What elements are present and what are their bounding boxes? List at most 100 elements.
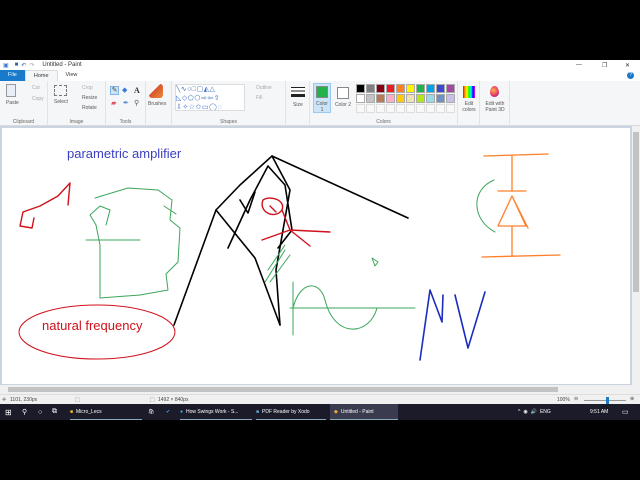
zoom-slider[interactable] (584, 397, 626, 404)
close-button[interactable]: ✕ (625, 62, 630, 69)
clock[interactable]: 9:51 AM (590, 404, 608, 420)
volume-icon[interactable]: 🔊 (531, 409, 537, 415)
paint3d-button[interactable]: Edit with Paint 3D (480, 81, 510, 126)
shapes-group: ╲∿○□▢◭△ ◺◇⬠⬡⇨⇦⇧ ⇩✧☆✩▭◯◌ Outline Fill Shape… (172, 81, 286, 126)
select-button[interactable]: Select (54, 85, 68, 105)
custom-color-slot[interactable] (386, 104, 395, 113)
palette-color[interactable] (436, 94, 445, 103)
shapes-label: Shapes (220, 119, 237, 125)
custom-color-slot[interactable] (426, 104, 435, 113)
taskbar-item-paint[interactable]: ◆ Untitled - Paint (330, 404, 398, 420)
palette-color[interactable] (416, 94, 425, 103)
copy-button[interactable]: Copy (32, 96, 44, 102)
custom-color-slot[interactable] (376, 104, 385, 113)
horizontal-scrollbar[interactable] (0, 385, 632, 394)
fill-icon[interactable]: ◆ (122, 86, 127, 94)
colors-group: Color 1 Color 2 Colors (310, 81, 458, 126)
taskbar-item-pdf-reader[interactable]: ■ PDF Reader by Xodo (256, 404, 326, 420)
task-view-button[interactable]: ⧉ (52, 404, 57, 420)
size-icon (291, 87, 305, 97)
redo-icon[interactable]: ↷ (29, 62, 34, 69)
zoom-in-button[interactable]: ⊕ (630, 396, 634, 402)
size-group[interactable]: Size (286, 81, 310, 126)
tab-home[interactable]: Home (24, 70, 58, 81)
store-button[interactable]: 🛍 (148, 404, 154, 420)
outline-button[interactable]: Outline (256, 85, 272, 91)
resize-button[interactable]: Resize (82, 95, 97, 101)
taskbar-item-browser[interactable]: ● How Swings Work - S... (180, 404, 252, 420)
zoom-out-button[interactable]: ⊖ (574, 396, 578, 402)
palette-color[interactable] (446, 94, 455, 103)
palette-color[interactable] (386, 94, 395, 103)
scroll-thumb[interactable] (8, 387, 558, 392)
tab-view[interactable]: View (58, 70, 86, 81)
vertical-scrollbar[interactable] (632, 126, 640, 394)
pencil-icon[interactable]: ✎ (110, 86, 119, 95)
image-label: Image (69, 119, 84, 125)
palette-color[interactable] (386, 84, 395, 93)
tab-file[interactable]: File (0, 70, 25, 81)
palette-color[interactable] (366, 84, 375, 93)
chevron-up-icon[interactable]: ^ (518, 409, 520, 415)
palette-color[interactable] (426, 84, 435, 93)
custom-color-slot[interactable] (446, 104, 455, 113)
palette-color[interactable] (426, 94, 435, 103)
palette-color[interactable] (406, 84, 415, 93)
tools-label: Tools (119, 119, 132, 125)
undo-icon[interactable]: ↶ (21, 62, 26, 69)
network-icon[interactable]: ◉ (523, 409, 527, 415)
shapes-gallery[interactable]: ╲∿○□▢◭△ ◺◇⬠⬡⇨⇦⇧ ⇩✧☆✩▭◯◌ (175, 84, 245, 111)
selection-icon: ⬚ (75, 397, 80, 403)
palette-color[interactable] (376, 84, 385, 93)
color2-button[interactable]: Color 2 (334, 83, 352, 113)
task-view-icon: ⧉ (52, 408, 57, 415)
palette-color[interactable] (356, 94, 365, 103)
palette-color[interactable] (356, 84, 365, 93)
clipboard-icon (6, 84, 16, 97)
drawing-canvas[interactable]: parametric amplifier natural frequency (2, 128, 630, 384)
brush-icon (149, 84, 163, 98)
edit-colors-group[interactable]: Edit colors (458, 81, 480, 126)
paste-button[interactable]: Paste (4, 84, 19, 110)
fill-button[interactable]: Fill (256, 95, 262, 101)
language-indicator[interactable]: ENG (540, 409, 551, 415)
palette-color[interactable] (436, 84, 445, 93)
vscroll-thumb[interactable] (633, 132, 639, 292)
text-icon[interactable]: A (134, 86, 140, 95)
palette-color[interactable] (396, 84, 405, 93)
color-picker-icon[interactable]: ✒ (123, 99, 129, 107)
magnifier-icon[interactable]: ⚲ (134, 99, 139, 107)
check-app-button[interactable]: ✔ (166, 404, 170, 420)
zoom-slider-thumb[interactable] (606, 397, 610, 404)
rotate-button[interactable]: Rotate (82, 105, 97, 111)
help-icon[interactable]: ? (627, 72, 634, 79)
colors-label: Colors (376, 119, 391, 125)
color1-button[interactable]: Color 1 (313, 83, 331, 113)
custom-color-slot[interactable] (366, 104, 375, 113)
palette-color[interactable] (366, 94, 375, 103)
palette-color[interactable] (396, 94, 405, 103)
custom-color-slot[interactable] (416, 104, 425, 113)
palette-color[interactable] (416, 84, 425, 93)
palette-color[interactable] (406, 94, 415, 103)
custom-color-slot[interactable] (406, 104, 415, 113)
notifications-button[interactable]: ▭ (622, 404, 629, 420)
search-button[interactable]: ⚲ (22, 404, 27, 420)
cortana-button[interactable]: ○ (38, 404, 42, 420)
system-tray[interactable]: ^ ◉ 🔊 ENG (518, 404, 551, 420)
eraser-icon[interactable]: ▰ (111, 99, 116, 107)
crop-button[interactable]: Crop (82, 85, 93, 91)
custom-color-slot[interactable] (356, 104, 365, 113)
custom-color-slot[interactable] (436, 104, 445, 113)
maximize-button[interactable]: ❐ (602, 62, 607, 69)
custom-color-slot[interactable] (396, 104, 405, 113)
store-icon: 🛍 (148, 409, 155, 415)
palette-color[interactable] (446, 84, 455, 93)
start-button[interactable]: ⊞ (5, 404, 12, 420)
taskbar-item-micro-lecs[interactable]: ■ Micro_Lecs (70, 404, 142, 420)
minimize-button[interactable]: — (576, 62, 582, 68)
cut-button[interactable]: Cut (32, 85, 40, 91)
palette-color[interactable] (376, 94, 385, 103)
save-icon[interactable]: ■ (15, 62, 19, 68)
brushes-button[interactable]: Brushes (148, 84, 166, 107)
